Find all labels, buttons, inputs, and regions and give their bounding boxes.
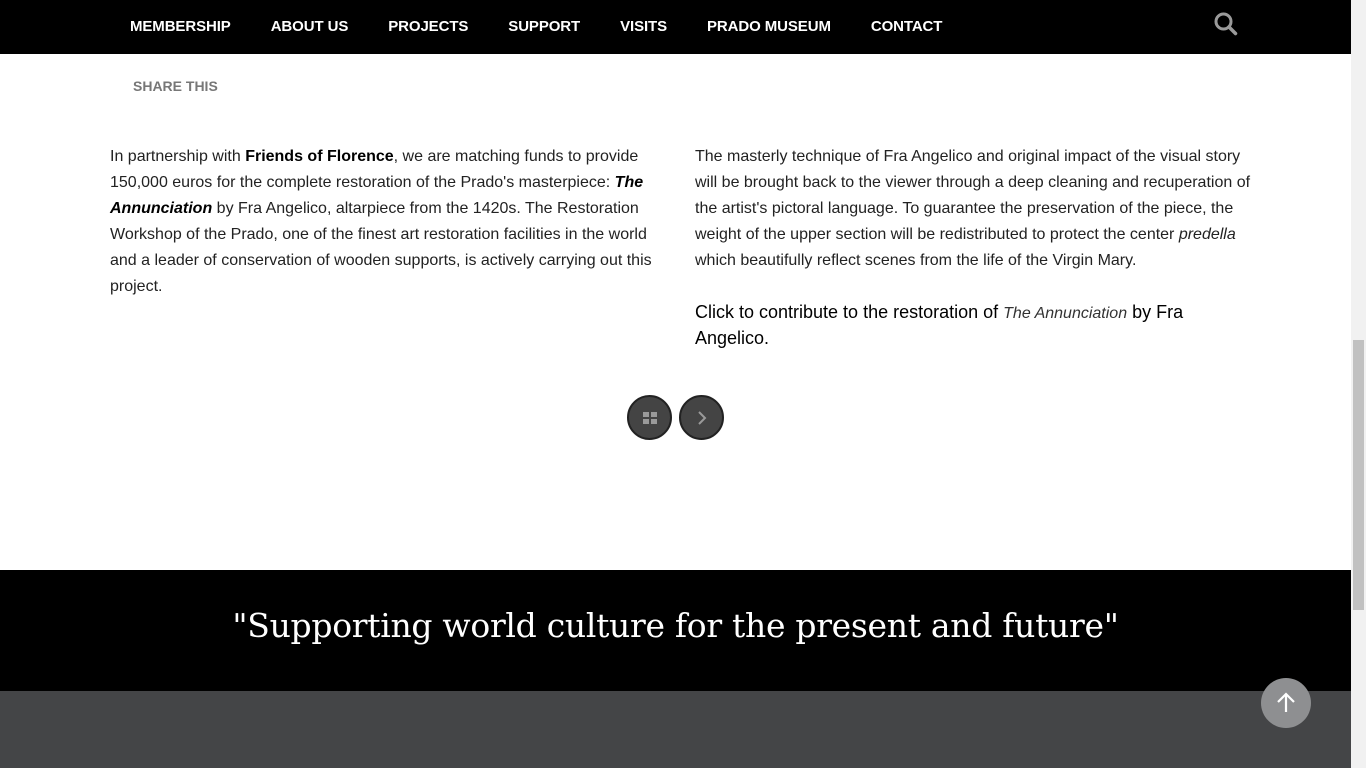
top-navbar: MEMBERSHIP ABOUT US PROJECTS SUPPORT VIS… bbox=[0, 0, 1351, 54]
article-paragraph-left: In partnership with Friends of Florence,… bbox=[110, 148, 652, 295]
search-icon bbox=[1214, 12, 1238, 36]
quote-text: "Supporting world culture for the presen… bbox=[232, 606, 1119, 645]
nav-item-about-us[interactable]: ABOUT US bbox=[251, 0, 369, 54]
nav-menu: MEMBERSHIP ABOUT US PROJECTS SUPPORT VIS… bbox=[110, 0, 962, 54]
nav-item-projects[interactable]: PROJECTS bbox=[368, 0, 488, 54]
nav-item-prado-museum[interactable]: PRADO MUSEUM bbox=[687, 0, 851, 54]
arrow-up-icon bbox=[1277, 692, 1295, 712]
article-left-column: In partnership with Friends of Florence,… bbox=[110, 144, 658, 300]
chevron-right-icon bbox=[697, 410, 706, 425]
nav-item-contact[interactable]: CONTACT bbox=[851, 0, 963, 54]
article-paragraph-right: The masterly technique of Fra Angelico a… bbox=[695, 148, 1251, 269]
quote-banner: "Supporting world culture for the presen… bbox=[0, 570, 1351, 691]
back-to-top-button[interactable] bbox=[1261, 678, 1311, 728]
grid-icon bbox=[642, 411, 657, 424]
all-projects-button[interactable] bbox=[627, 395, 672, 440]
scrollbar-thumb[interactable] bbox=[1353, 340, 1364, 610]
share-this-link[interactable]: SHARE THIS bbox=[133, 78, 218, 94]
search-button[interactable] bbox=[1212, 10, 1240, 38]
nav-item-visits[interactable]: VISITS bbox=[600, 0, 687, 54]
contribute-link[interactable]: Click to contribute to the restoration o… bbox=[695, 300, 1251, 350]
friends-of-florence-text: Friends of Florence bbox=[245, 148, 394, 165]
next-project-button[interactable] bbox=[679, 395, 724, 440]
footer bbox=[0, 691, 1351, 768]
nav-item-support[interactable]: SUPPORT bbox=[488, 0, 600, 54]
article-right-column: The masterly technique of Fra Angelico a… bbox=[695, 144, 1251, 350]
page-scrollbar[interactable] bbox=[1351, 0, 1366, 768]
nav-item-membership[interactable]: MEMBERSHIP bbox=[110, 0, 251, 54]
